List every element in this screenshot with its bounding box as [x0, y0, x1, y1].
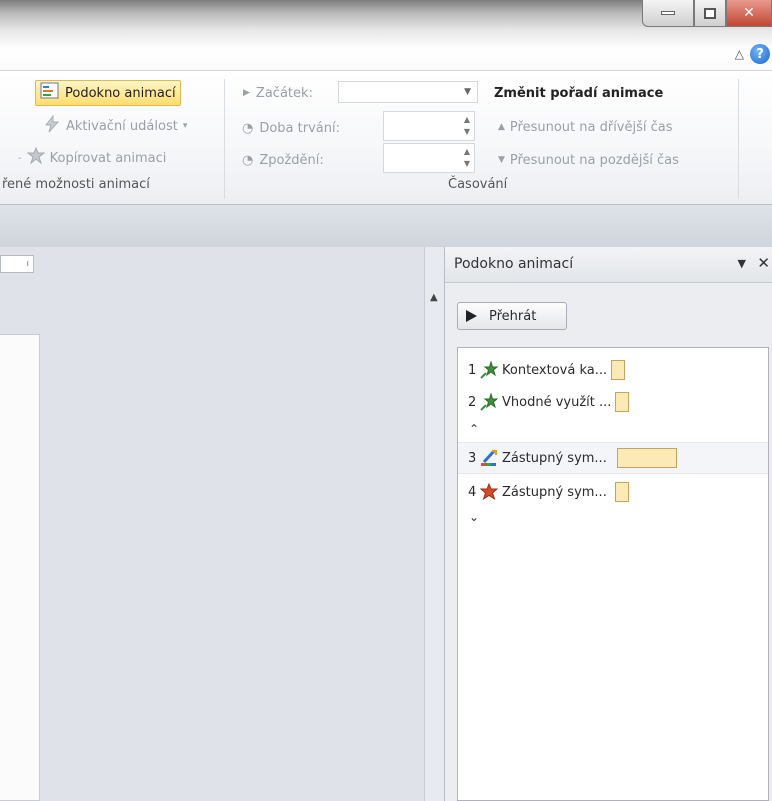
ruler-stub: ı — [0, 255, 34, 273]
spinner-arrows-icon[interactable]: ▲ ▼ — [464, 114, 470, 138]
duration-label: ◔ Doba trvání: — [242, 116, 340, 140]
move-earlier-label: Přesunout na dřívější čas — [509, 119, 673, 135]
window-controls: ✕ — [642, 0, 772, 27]
pane-close-icon[interactable]: ✕ — [757, 254, 770, 272]
dash-icon: - — [18, 152, 22, 164]
lightning-icon — [43, 114, 61, 137]
window-title-bar: ✕ △ ? — [0, 0, 772, 70]
collapse-chevron-icon[interactable]: ⌃ — [469, 422, 479, 436]
minimize-icon — [661, 11, 675, 15]
animation-painter-icon — [26, 146, 46, 169]
scroll-up-icon[interactable]: ▲ — [430, 292, 438, 303]
delay-spinner[interactable]: ▲ ▼ — [383, 143, 475, 173]
minimize-ribbon-icon[interactable]: △ — [735, 47, 744, 61]
item-number: 1 — [468, 362, 477, 378]
ribbon-bottom-bar — [0, 205, 772, 247]
chevron-down-icon: ▼ — [464, 87, 471, 97]
slide-editor-area: ı — [0, 247, 424, 801]
item-number: 2 — [468, 394, 477, 410]
timing-bar[interactable] — [614, 482, 629, 502]
animation-pane-button[interactable]: Podokno animací — [35, 80, 181, 106]
ribbon: Podokno animací Aktivační událost ▾ - Ko… — [0, 70, 772, 205]
motion-path-icon — [480, 449, 498, 467]
reorder-title: Změnit pořadí animace — [494, 85, 664, 101]
pane-menu-icon[interactable]: ▼ — [738, 257, 746, 270]
duration-label-text: Doba trvání: — [259, 120, 340, 136]
delay-label: ◔ Zpoždění: — [242, 148, 324, 172]
red-star-emphasis-icon — [480, 483, 498, 501]
timing-bar[interactable] — [611, 360, 626, 380]
expand-chevron-icon[interactable]: ⌄ — [469, 510, 479, 524]
animation-painter-button[interactable]: - Kopírovat animaci — [14, 145, 170, 171]
play-label: Přehrát — [489, 308, 537, 324]
slide-canvas[interactable] — [0, 334, 40, 801]
ribbon-controls: △ ? — [735, 44, 770, 64]
animation-list: 1 Kontextová ka... 2 Vhodné využít ... ⌃… — [457, 347, 769, 801]
timing-bar[interactable] — [616, 448, 677, 468]
triangle-down-icon: ▼ — [498, 155, 505, 165]
advanced-animation-group-label: řené možnosti animací — [2, 177, 150, 192]
clock-icon: ◔ — [242, 120, 254, 136]
animation-pane-title: Podokno animací — [454, 256, 574, 272]
close-window-button[interactable]: ✕ — [726, 0, 772, 27]
maximize-button[interactable] — [694, 0, 726, 27]
triangle-up-icon: ▲ — [498, 122, 505, 132]
item-label: Kontextová ka... — [502, 362, 608, 378]
item-number: 4 — [468, 484, 477, 500]
item-label: Zástupný sym... — [502, 484, 607, 500]
start-play-icon: ▶ — [243, 88, 250, 98]
timing-bar[interactable] — [615, 392, 630, 412]
move-later-button[interactable]: ▼ Přesunout na pozdější čas — [494, 147, 683, 173]
chevron-down-icon: ▾ — [182, 121, 188, 131]
delay-label-text: Zpoždění: — [259, 152, 324, 168]
item-label: Vhodné využít ... — [502, 394, 612, 410]
start-select[interactable]: ▼ — [338, 81, 478, 103]
duration-spinner[interactable]: ▲ ▼ — [383, 111, 475, 141]
list-item[interactable]: 1 Kontextová ka... — [458, 354, 768, 386]
minimize-button[interactable] — [642, 0, 694, 27]
item-number: 3 — [468, 450, 477, 466]
maximize-icon — [704, 7, 716, 19]
move-earlier-button[interactable]: ▲ Přesunout na dřívější čas — [494, 114, 677, 140]
list-item[interactable]: 4 Zástupný sym... — [458, 476, 768, 508]
play-button[interactable]: Přehrát — [457, 302, 567, 330]
list-item[interactable]: 3 Zástupný sym... — [458, 442, 768, 474]
item-label: Zástupný sym... — [502, 450, 607, 466]
animation-pane-label: Podokno animací — [65, 85, 176, 101]
timing-group-label: Časování — [448, 177, 508, 192]
spinner-arrows-icon[interactable]: ▲ ▼ — [464, 146, 470, 170]
start-label-text: Začátek: — [255, 85, 313, 101]
green-star-entrance-icon — [480, 361, 498, 379]
help-icon[interactable]: ? — [750, 44, 770, 64]
move-later-label: Přesunout na pozdější čas — [509, 152, 679, 168]
trigger-label: Aktivační událost — [66, 118, 178, 134]
play-icon — [466, 310, 477, 322]
delay-clock-icon: ◔ — [242, 152, 254, 168]
animation-pane: Podokno animací ▼ ✕ Přehrát 1 Kontextová… — [444, 247, 772, 801]
animation-pane-header: Podokno animací ▼ ✕ — [445, 247, 772, 283]
list-item[interactable]: 2 Vhodné využít ... — [458, 386, 768, 418]
close-icon: ✕ — [743, 5, 755, 21]
green-star-entrance-icon — [480, 393, 498, 411]
start-label: ▶ Začátek: — [243, 81, 313, 105]
group-separator — [738, 79, 739, 199]
group-separator — [224, 79, 225, 199]
animation-pane-icon — [40, 82, 60, 104]
animation-painter-label: Kopírovat animaci — [49, 150, 167, 166]
vertical-scrollbar[interactable]: ▲ — [424, 247, 444, 801]
trigger-button[interactable]: Aktivační událost ▾ — [39, 113, 191, 139]
